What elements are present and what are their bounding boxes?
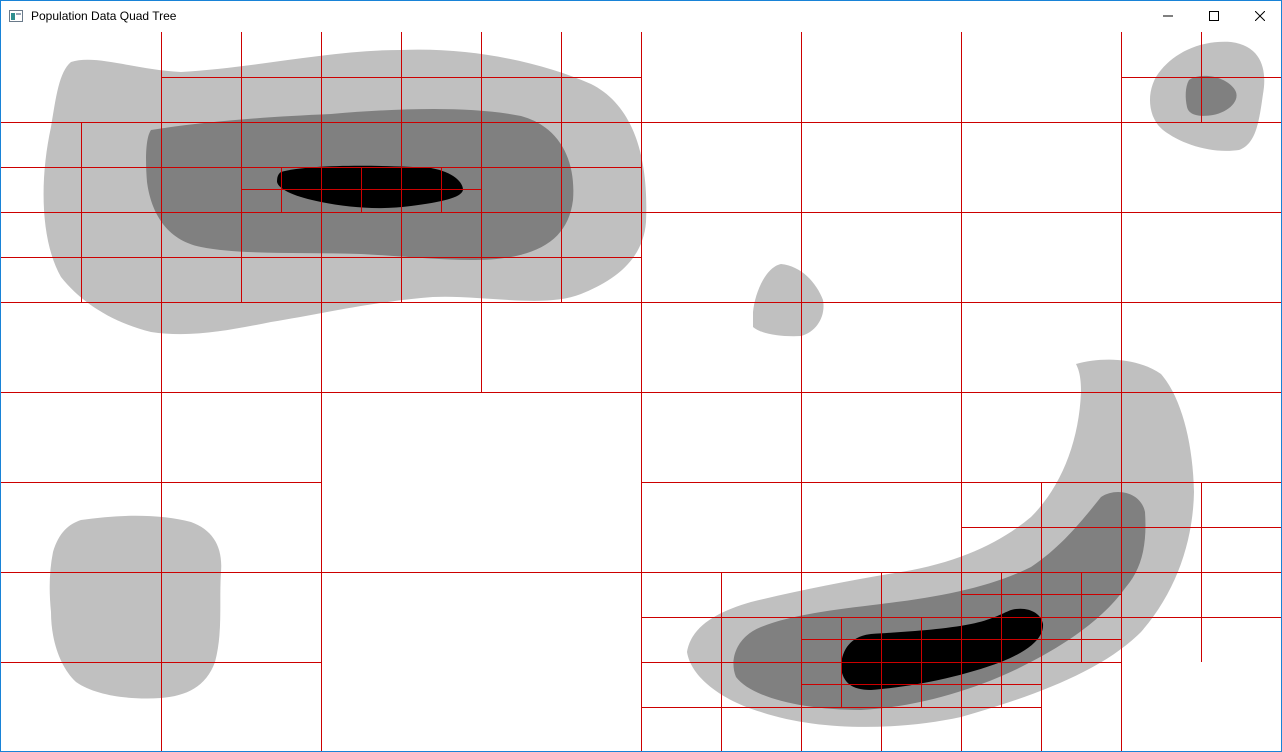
close-icon <box>1255 11 1265 21</box>
region-bottom-left-low <box>49 515 222 699</box>
maximize-icon <box>1209 11 1219 21</box>
quad-tree-map <box>1 32 1281 751</box>
title-bar[interactable]: Population Data Quad Tree <box>1 1 1281 31</box>
close-button[interactable] <box>1237 1 1282 31</box>
window-title: Population Data Quad Tree <box>31 9 177 23</box>
maximize-button[interactable] <box>1191 1 1237 31</box>
app-window: Population Data Quad Tree <box>0 0 1282 752</box>
population-map-canvas[interactable] <box>1 32 1281 751</box>
app-window-icon <box>9 9 23 22</box>
minimize-icon <box>1163 15 1173 17</box>
minimize-button[interactable] <box>1145 1 1191 31</box>
region-center-low <box>753 264 824 337</box>
